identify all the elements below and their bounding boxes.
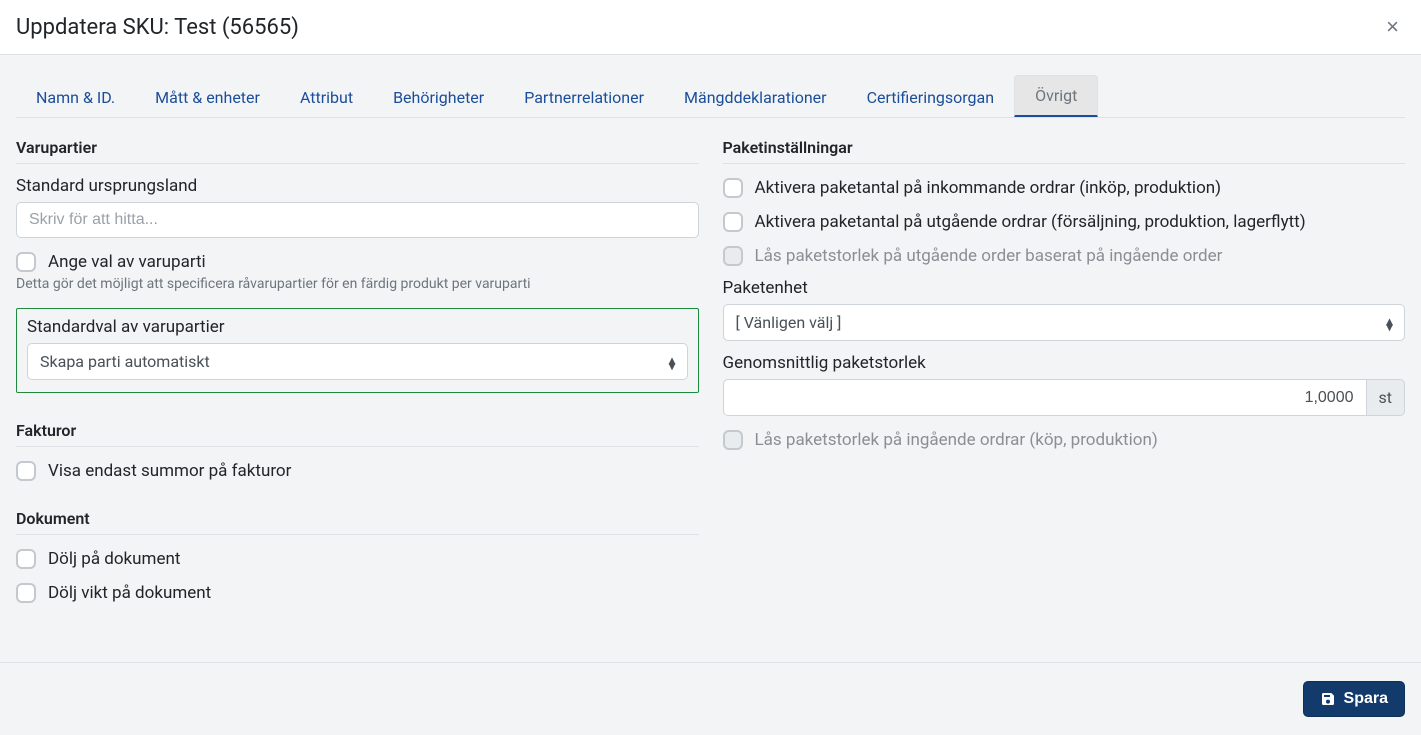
label-origin-country: Standard ursprungsland [16,176,699,196]
checkbox-hide-weight[interactable]: Dölj vikt på dokument [16,583,699,603]
avg-size-input[interactable] [723,379,1367,416]
close-icon: × [1386,14,1399,39]
checkbox-icon [723,178,743,198]
checkbox-lock-incoming: Lås paketstorlek på ingående ordrar (köp… [723,430,1406,450]
tab-bar: Namn & ID. Mått & enheter Attribut Behör… [16,75,1405,118]
left-column: Varupartier Standard ursprungsland Ange … [16,138,699,603]
checkbox-enable-incoming[interactable]: Aktivera paketantal på inkommande ordrar… [723,178,1406,198]
section-title-paket: Paketinställningar [723,138,1406,164]
help-allow-lot: Detta gör det möjligt att specificera rå… [16,276,699,292]
checkbox-show-totals[interactable]: Visa endast summor på fakturor [16,461,699,481]
label-package-unit: Paketenhet [723,278,1406,298]
group-default-lot: Standardval av varupartier Skapa parti a… [16,308,699,393]
tab-partnerrelationer[interactable]: Partnerrelationer [504,78,664,117]
checkbox-icon [16,461,36,481]
right-column: Paketinställningar Aktivera paketantal p… [723,138,1406,603]
select-package-unit[interactable]: [ Vänligen välj ] [723,304,1406,341]
checkbox-enable-outgoing[interactable]: Aktivera paketantal på utgående ordrar (… [723,212,1406,232]
select-default-lot[interactable]: Skapa parti automatiskt [27,343,688,380]
tab-behorigheter[interactable]: Behörigheter [373,78,504,117]
label-default-lot: Standardval av varupartier [27,317,688,337]
section-title-varupartier: Varupartier [16,138,699,164]
checkbox-icon [16,583,36,603]
tab-mangddeklarationer[interactable]: Mängddeklarationer [664,78,847,117]
checkbox-label: Aktivera paketantal på inkommande ordrar… [755,178,1222,198]
checkbox-allow-lot[interactable]: Ange val av varuparti [16,252,699,272]
checkbox-lock-outgoing: Lås paketstorlek på utgående order baser… [723,246,1406,266]
modal-update-sku: Uppdatera SKU: Test (56565) × Namn & ID.… [0,0,1421,735]
modal-body: Namn & ID. Mått & enheter Attribut Behör… [0,55,1421,662]
checkbox-icon [723,430,743,450]
tab-matt-enheter[interactable]: Mått & enheter [135,78,280,117]
save-button-label: Spara [1344,690,1388,708]
checkbox-label: Dölj på dokument [48,549,180,569]
tab-ovrigt[interactable]: Övrigt [1014,75,1098,117]
checkbox-icon [16,549,36,569]
modal-header: Uppdatera SKU: Test (56565) × [0,0,1421,55]
tab-namn-id[interactable]: Namn & ID. [16,78,135,117]
checkbox-label: Aktivera paketantal på utgående ordrar (… [755,212,1306,232]
select-default-lot-value: Skapa parti automatiskt [27,343,688,380]
label-avg-size: Genomsnittlig paketstorlek [723,353,1406,373]
modal-title: Uppdatera SKU: Test (56565) [16,15,299,40]
close-button[interactable]: × [1380,14,1405,40]
checkbox-icon [723,212,743,232]
checkbox-icon [723,246,743,266]
form-columns: Varupartier Standard ursprungsland Ange … [16,138,1405,603]
section-title-fakturor: Fakturor [16,421,699,447]
checkbox-label: Visa endast summor på fakturor [48,461,291,481]
tab-certifieringsorgan[interactable]: Certifieringsorgan [847,78,1015,117]
origin-country-input[interactable] [16,202,699,238]
checkbox-label: Dölj vikt på dokument [48,583,211,603]
select-package-unit-value: [ Vänligen välj ] [723,304,1406,341]
checkbox-label: Lås paketstorlek på utgående order baser… [755,246,1223,266]
section-title-dokument: Dokument [16,509,699,535]
save-icon [1320,691,1336,707]
tab-attribut[interactable]: Attribut [280,78,373,117]
checkbox-icon [16,252,36,272]
input-group-avg-size: st [723,379,1406,416]
checkbox-hide-on-docs[interactable]: Dölj på dokument [16,549,699,569]
modal-footer: Spara [0,662,1421,735]
save-button[interactable]: Spara [1303,681,1405,717]
checkbox-label: Lås paketstorlek på ingående ordrar (köp… [755,430,1158,450]
avg-size-unit: st [1367,379,1406,416]
checkbox-label: Ange val av varuparti [48,252,206,272]
